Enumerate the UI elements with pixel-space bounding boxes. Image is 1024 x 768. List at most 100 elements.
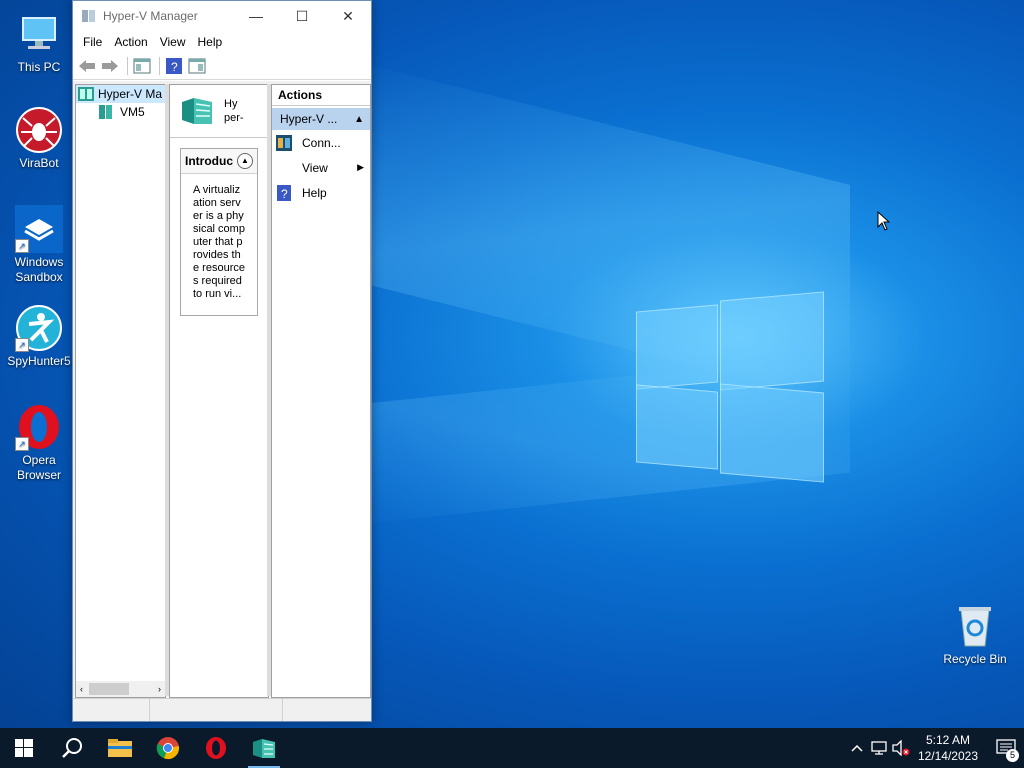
virabot-spider-icon [15, 106, 63, 154]
menu-file[interactable]: File [77, 35, 108, 49]
mouse-cursor-icon [877, 210, 891, 234]
start-button[interactable] [0, 728, 48, 768]
action-center-button[interactable]: 5 [988, 728, 1024, 768]
windows-start-icon [15, 739, 33, 757]
tree-node-hyper-v-manager[interactable]: Hyper-V Ma [76, 85, 165, 103]
computer-icon [15, 10, 63, 58]
desktop-icon-label: This PC [17, 60, 61, 74]
header-text: per- [224, 112, 244, 124]
shortcut-arrow-icon: ↗ [15, 338, 29, 352]
introduction-title: Introduc [185, 154, 233, 168]
toolbar-separator [127, 57, 128, 75]
desktop-icon-opera-browser[interactable]: ↗ Opera Browser [6, 403, 72, 483]
hyper-v-manager-icon [78, 87, 94, 101]
introduction-section: Introduc ▲ A virtualization server is a … [180, 148, 258, 316]
menu-view[interactable]: View [154, 35, 192, 49]
windows-wallpaper-logo [636, 290, 824, 483]
taskbar-clock[interactable]: 5:12 AM 12/14/2023 [918, 732, 978, 764]
show-hide-action-pane-icon[interactable] [187, 56, 207, 76]
shortcut-arrow-icon: ↗ [15, 437, 29, 451]
search-button[interactable] [48, 728, 96, 768]
actions-section-hyper-v[interactable]: Hyper-V ... ▲ [272, 108, 370, 130]
opera-icon: ↗ [15, 403, 63, 451]
menu-help[interactable]: Help [192, 35, 229, 49]
hyper-v-header: Hy per- [170, 85, 268, 138]
folder-icon [108, 739, 132, 757]
taskbar-hyper-v-manager[interactable] [240, 728, 288, 768]
scrollbar-thumb[interactable] [89, 683, 129, 695]
action-label: Help [302, 185, 327, 200]
tree-node-vm5[interactable]: VM5 [76, 103, 165, 121]
connect-icon [276, 134, 292, 151]
close-button[interactable]: ✕ [325, 1, 371, 31]
action-view[interactable]: View ▶ [272, 155, 370, 180]
tree-node-label: Hyper-V Ma [98, 87, 163, 101]
center-pane: Hy per- Introduc ▲ A virtualization serv… [169, 84, 269, 698]
status-bar-section [150, 699, 283, 721]
desktop-icon-windows-sandbox[interactable]: ↗ Windows Sandbox [6, 205, 72, 285]
show-hide-console-tree-icon[interactable] [132, 56, 152, 76]
svg-text:?: ? [171, 60, 178, 74]
scroll-right-icon[interactable]: › [158, 684, 161, 694]
status-bar [73, 698, 371, 721]
server-icon [98, 105, 114, 119]
desktop-icon-recycle-bin[interactable]: Recycle Bin [942, 602, 1008, 667]
clock-date: 12/14/2023 [917, 749, 978, 763]
desktop-icon-this-pc[interactable]: This PC [6, 10, 72, 75]
desktop-icon-label: ViraBot [19, 156, 59, 170]
svg-text:?: ? [281, 187, 288, 201]
spyhunter-icon: ↗ [15, 304, 63, 352]
toolbar: ? [73, 53, 371, 80]
actions-header: Actions [272, 85, 370, 106]
mmc-content-area: Hyper-V Ma VM5 ‹ › Hy per- Introduc ▲ A … [73, 81, 371, 698]
desktop-icon-spyhunter5[interactable]: ↗ SpyHunter5 [6, 304, 72, 369]
back-arrow-icon[interactable] [77, 56, 97, 76]
hyper-v-app-icon [81, 8, 97, 24]
title-bar[interactable]: Hyper-V Manager — ☐ ✕ [73, 1, 371, 31]
desktop-icon-label: SpyHunter5 [7, 354, 71, 368]
maximize-button[interactable]: ☐ [279, 1, 325, 31]
tree-node-label: VM5 [120, 105, 145, 119]
show-hidden-icons-chevron-icon[interactable] [846, 728, 868, 768]
actions-pane: Actions Hyper-V ... ▲ Conn... View ▶ ? H… [271, 84, 371, 698]
taskbar: 5:12 AM 12/14/2023 5 [0, 728, 1024, 768]
submenu-arrow-icon: ▶ [357, 162, 364, 172]
taskbar-opera[interactable] [192, 728, 240, 768]
action-label: Conn... [302, 135, 341, 150]
menu-action[interactable]: Action [108, 35, 153, 49]
header-text: Hy [224, 98, 238, 110]
collapse-icon[interactable]: ▲ [237, 153, 253, 169]
search-icon [62, 738, 82, 758]
hyper-v-manager-window[interactable]: Hyper-V Manager — ☐ ✕ File Action View H… [72, 0, 372, 722]
opera-icon [206, 737, 226, 759]
chrome-icon [156, 737, 179, 760]
collapse-triangle-icon[interactable]: ▲ [354, 114, 364, 125]
introduction-header[interactable]: Introduc ▲ [181, 149, 257, 174]
hyper-v-server-icon [253, 739, 275, 758]
desktop-icon-label: Opera Browser [16, 453, 61, 482]
action-help[interactable]: ? Help [272, 180, 370, 205]
minimize-button[interactable]: — [233, 1, 279, 31]
forward-arrow-icon[interactable] [100, 56, 120, 76]
desktop-icon-label: Recycle Bin [943, 652, 1007, 666]
notification-count-badge: 5 [1006, 749, 1019, 762]
recycle-bin-icon [951, 602, 999, 650]
introduction-text: A virtualization server is a physical co… [193, 184, 245, 300]
console-tree: Hyper-V Ma VM5 ‹ › [75, 84, 166, 698]
window-title: Hyper-V Manager [103, 9, 198, 23]
desktop-icon-virabot[interactable]: ViraBot [6, 106, 72, 171]
taskbar-chrome[interactable] [144, 728, 192, 768]
action-connect[interactable]: Conn... [272, 130, 370, 155]
network-icon[interactable] [868, 728, 890, 768]
volume-muted-icon[interactable] [890, 728, 912, 768]
scroll-left-icon[interactable]: ‹ [80, 684, 83, 694]
taskbar-file-explorer[interactable] [96, 728, 144, 768]
system-tray: 5:12 AM 12/14/2023 5 [846, 728, 1024, 768]
help-icon[interactable]: ? [164, 56, 184, 76]
windows-sandbox-icon: ↗ [15, 205, 63, 253]
shortcut-arrow-icon: ↗ [15, 239, 29, 253]
status-bar-section [73, 699, 150, 721]
horizontal-scrollbar[interactable]: ‹ › [76, 681, 165, 697]
status-bar-section [283, 699, 371, 721]
menu-bar: File Action View Help [73, 31, 371, 53]
